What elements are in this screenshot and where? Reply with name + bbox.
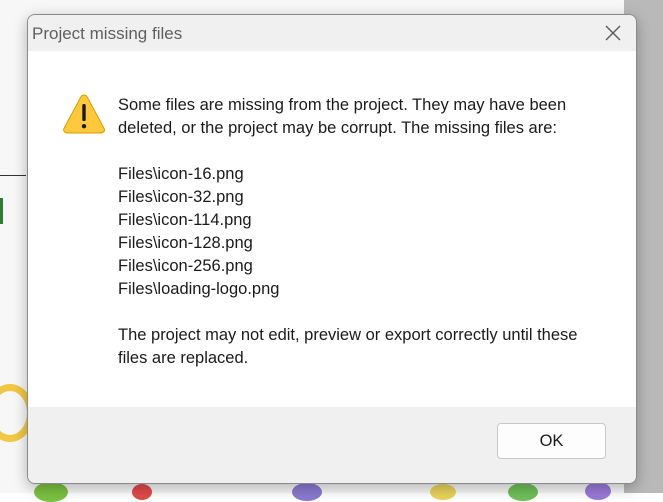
dialog-message: Some files are missing from the project.… — [118, 94, 598, 370]
close-icon — [605, 25, 621, 41]
dialog-footer: OK — [28, 407, 636, 483]
background-decoration — [34, 482, 68, 502]
background-decoration — [508, 483, 538, 501]
missing-files-list: Files\icon-16.png Files\icon-32.png File… — [118, 163, 598, 301]
missing-files-dialog: Project missing files Some files are mis… — [27, 14, 637, 484]
background-divider — [0, 175, 26, 176]
background-decoration — [430, 484, 456, 500]
background-decoration — [132, 484, 152, 500]
background-decoration — [585, 482, 611, 500]
background-decoration — [292, 483, 322, 501]
dialog-title: Project missing files — [32, 24, 183, 43]
message-intro: Some files are missing from the project.… — [118, 96, 567, 137]
close-button[interactable] — [590, 15, 636, 51]
dialog-content: Some files are missing from the project.… — [28, 51, 636, 407]
missing-file-item: Files\loading-logo.png — [118, 280, 280, 298]
missing-file-item: Files\icon-32.png — [118, 188, 244, 206]
missing-file-item: Files\icon-114.png — [118, 211, 252, 229]
ok-button[interactable]: OK — [497, 423, 606, 459]
missing-file-item: Files\icon-16.png — [118, 165, 244, 183]
background-mark — [0, 198, 3, 224]
missing-file-item: Files\icon-256.png — [118, 257, 253, 275]
message-outro: The project may not edit, preview or exp… — [118, 326, 578, 367]
dialog-titlebar[interactable]: Project missing files — [28, 15, 636, 51]
warning-icon — [63, 94, 106, 134]
missing-file-item: Files\icon-128.png — [118, 234, 253, 252]
